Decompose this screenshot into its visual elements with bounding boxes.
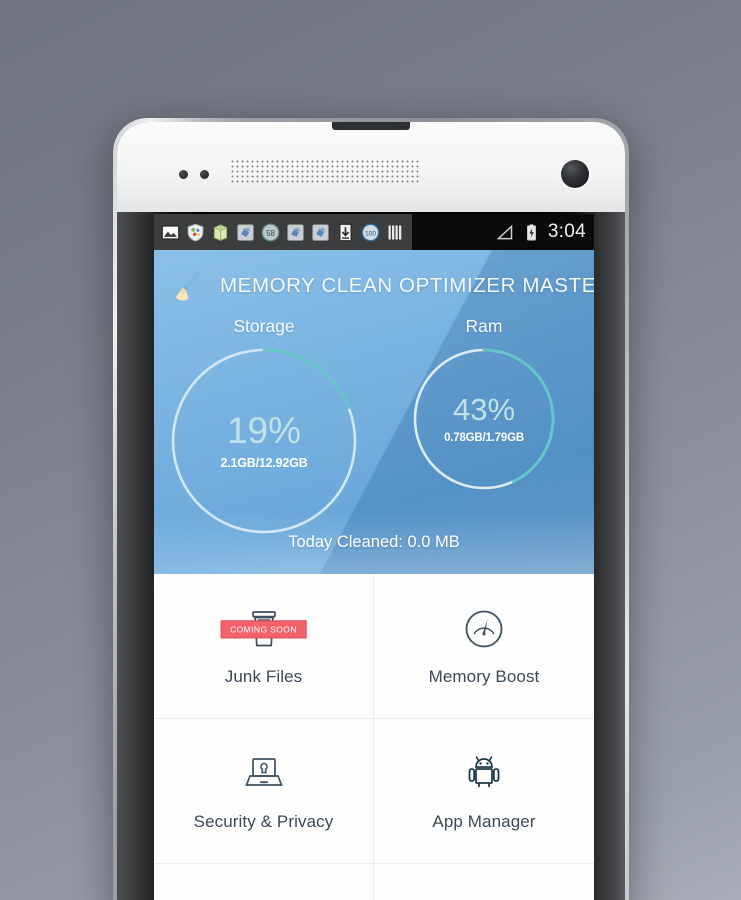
memory-boost-icon-wrap xyxy=(463,605,505,653)
status-notification-icons: 58 100 xyxy=(154,214,412,250)
app-header: MEMORY CLEAN OPTIMIZER MASTER Storage 19… xyxy=(154,250,594,574)
gauge-storage-percent: 19% xyxy=(226,410,302,451)
tile-memory-boost[interactable]: Memory Boost xyxy=(374,574,594,719)
tile-security-privacy-label: Security & Privacy xyxy=(193,812,334,831)
bars-icon xyxy=(388,225,402,239)
svg-text:100: 100 xyxy=(365,230,376,237)
gauge-ram-percent: 43% xyxy=(452,392,516,427)
coming-soon-badge: COMING SOON xyxy=(220,620,307,639)
speaker-grille xyxy=(230,159,420,183)
gauge-storage-label: Storage xyxy=(233,316,295,336)
feature-tile-grid: COMING SOON Junk Files Memory Boost Secu… xyxy=(154,574,594,900)
battery-charging-icon xyxy=(526,223,536,240)
app-title-bar: MEMORY CLEAN OPTIMIZER MASTER xyxy=(154,266,594,306)
shield-icon xyxy=(187,223,204,242)
badge-58-icon: 58 xyxy=(261,223,280,241)
proximity-sensor-icon xyxy=(179,170,188,179)
phone-top-bezel xyxy=(117,122,625,212)
image-icon xyxy=(161,224,180,240)
tile-placeholder-right xyxy=(374,864,594,900)
tile-app-manager-label: App Manager xyxy=(432,812,536,831)
today-cleaned-status: Today Cleaned: 0.0 MB xyxy=(288,533,460,551)
tile-placeholder-left xyxy=(154,864,374,900)
download-icon xyxy=(339,223,352,241)
front-camera-icon xyxy=(561,160,589,188)
gauge-ram-label: Ram xyxy=(465,316,503,336)
tile-junk-files[interactable]: COMING SOON Junk Files xyxy=(154,574,374,719)
signal-triangle-icon xyxy=(496,224,513,239)
app-manager-icon-wrap xyxy=(463,750,505,798)
phone-screen: 58 100 3:04 MEMORY CLEAN OPTIMIZER MASTE… xyxy=(154,214,594,900)
usage-gauges: Storage 19% 2.1GB/12.92GB Ram 43% 0.78GB… xyxy=(154,316,594,536)
tile-memory-boost-label: Memory Boost xyxy=(428,667,540,686)
security-privacy-icon-wrap xyxy=(242,750,286,798)
gauge-storage-detail: 2.1GB/12.92GB xyxy=(220,456,308,470)
gauge-ram[interactable]: Ram 43% 0.78GB/1.79GB xyxy=(374,316,594,536)
android-robot-icon xyxy=(468,756,500,787)
phone-body: 58 100 3:04 MEMORY CLEAN OPTIMIZER MASTE… xyxy=(117,122,625,900)
phone-device: 58 100 3:04 MEMORY CLEAN OPTIMIZER MASTE… xyxy=(113,118,629,900)
page-title: MEMORY CLEAN OPTIMIZER MASTER xyxy=(220,274,594,297)
light-sensor-icon xyxy=(200,170,209,179)
sync-icon xyxy=(312,223,329,241)
status-bar: 58 100 3:04 xyxy=(154,214,594,250)
gauge-storage-readout: 19% 2.1GB/12.92GB xyxy=(169,346,359,536)
gauge-storage[interactable]: Storage 19% 2.1GB/12.92GB xyxy=(154,316,374,536)
phone-top-notch xyxy=(332,122,410,130)
gauge-ram-ring: 43% 0.78GB/1.79GB xyxy=(411,346,557,492)
sync-icon xyxy=(237,223,254,241)
gauge-ram-readout: 43% 0.78GB/1.79GB xyxy=(411,346,557,492)
junk-files-icon-wrap: COMING SOON xyxy=(220,605,307,653)
gauge-storage-ring: 19% 2.1GB/12.92GB xyxy=(169,346,359,536)
tile-app-manager[interactable]: App Manager xyxy=(374,719,594,864)
tile-junk-files-label: Junk Files xyxy=(224,667,303,686)
gauge-ram-detail: 0.78GB/1.79GB xyxy=(444,432,524,444)
badge-100-icon: 100 xyxy=(361,223,380,241)
sync-icon xyxy=(287,223,304,241)
speedometer-icon xyxy=(465,610,503,648)
status-system-icons: 3:04 xyxy=(494,221,594,243)
broom-icon xyxy=(175,270,202,301)
tile-security-privacy[interactable]: Security & Privacy xyxy=(154,719,374,864)
status-clock: 3:04 xyxy=(547,221,586,242)
laptop-lock-icon xyxy=(244,758,283,786)
svg-text:58: 58 xyxy=(266,228,275,237)
package-icon xyxy=(213,224,228,241)
